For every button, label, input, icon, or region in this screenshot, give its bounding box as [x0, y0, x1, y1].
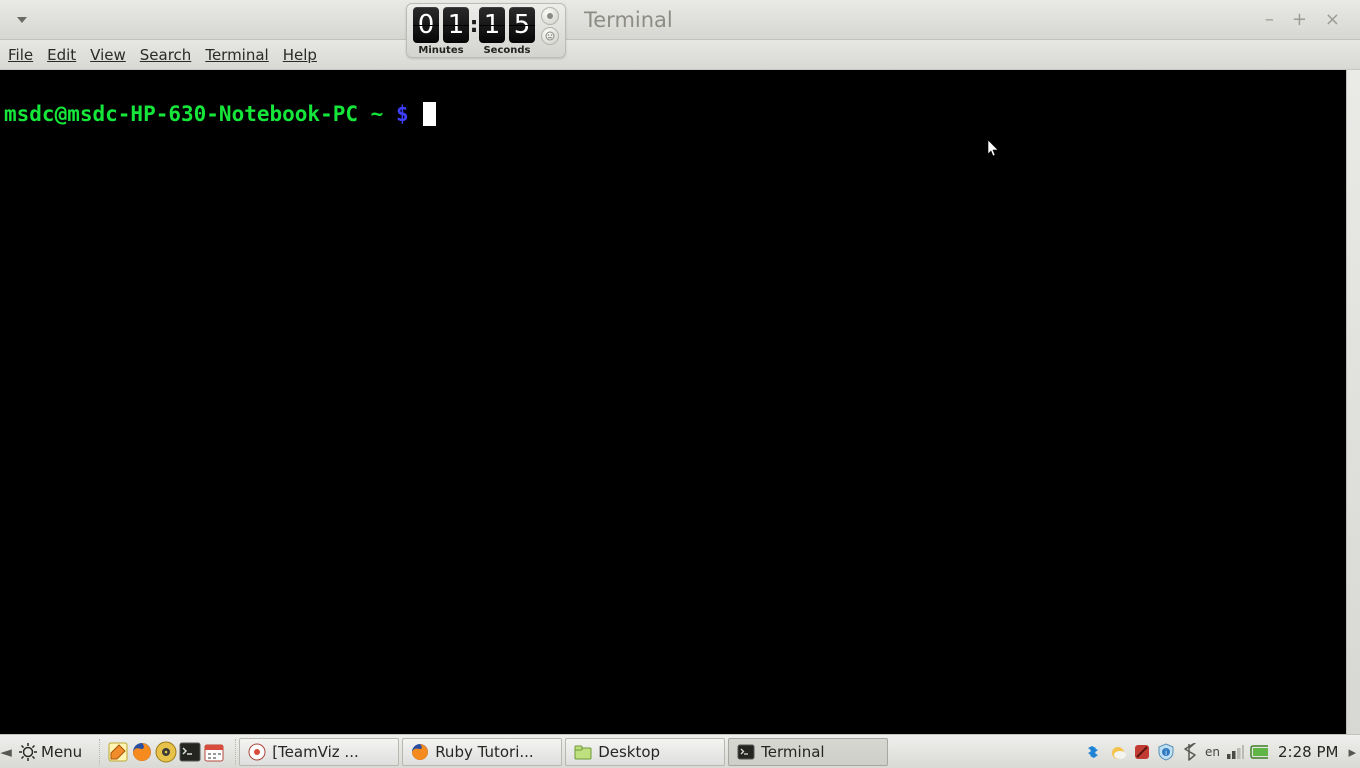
start-menu-button[interactable]: Menu	[12, 738, 93, 766]
menu-help[interactable]: Help	[283, 46, 317, 64]
calendar-icon[interactable]	[203, 741, 225, 763]
folder-icon	[574, 743, 592, 761]
prompt-cwd: ~	[371, 102, 384, 126]
notifications-off-icon[interactable]	[1133, 743, 1151, 761]
start-menu-label: Menu	[41, 743, 82, 761]
task-firefox[interactable]: Ruby Tutori...	[402, 738, 562, 766]
terminal-area[interactable]: msdc@msdc-HP-630-Notebook-PC ~ $	[0, 70, 1360, 734]
timer-sec-digit-0: 1	[479, 7, 505, 43]
quick-launch	[103, 741, 229, 763]
keyboard-layout-indicator[interactable]: en	[1205, 743, 1220, 761]
weather-icon[interactable]	[1109, 743, 1127, 761]
timer-sec-digit-1: 5	[509, 7, 535, 43]
bluetooth-icon[interactable]	[1181, 743, 1199, 761]
system-tray: i en 2:28 PM ▸	[1085, 743, 1360, 761]
timer-control-bottom[interactable]	[541, 27, 559, 45]
terminal-launcher-icon[interactable]	[179, 741, 201, 763]
taskbar-sep-1	[96, 739, 100, 765]
prompt-symbol: $	[396, 102, 409, 126]
taskbar: ◄ Menu [TeamViz ...	[0, 734, 1360, 768]
menu-search[interactable]: Search	[140, 46, 192, 64]
mouse-pointer-icon	[988, 140, 1000, 158]
firefox-icon	[411, 743, 429, 761]
dropbox-icon[interactable]	[1085, 743, 1103, 761]
terminal-cursor	[423, 102, 436, 126]
taskbar-clock[interactable]: 2:28 PM	[1274, 743, 1342, 761]
task-desktop[interactable]: Desktop	[565, 738, 725, 766]
firefox-launcher-icon[interactable]	[131, 741, 153, 763]
notes-icon[interactable]	[107, 741, 129, 763]
timer-min-digit-1: 1	[443, 7, 469, 43]
menubar: File Edit View Search Terminal Help	[0, 40, 1360, 70]
menu-file[interactable]: File	[8, 46, 33, 64]
task-label: Terminal	[761, 743, 824, 761]
battery-icon[interactable]	[1250, 743, 1268, 761]
timer-control-top[interactable]	[541, 7, 559, 25]
menu-terminal[interactable]: Terminal	[205, 46, 268, 64]
taskbar-right-arrow[interactable]: ▸	[1348, 743, 1356, 761]
timer-colon: :	[469, 7, 479, 43]
timer-min-digit-0: 0	[413, 7, 439, 43]
menu-view[interactable]: View	[90, 46, 126, 64]
teamviz-icon	[248, 743, 266, 761]
window-minimize-button[interactable]: –	[1265, 9, 1274, 30]
window-title: Terminal	[584, 8, 673, 32]
task-teamviz[interactable]: [TeamViz ...	[239, 738, 399, 766]
task-label: Ruby Tutori...	[435, 743, 534, 761]
pomodoro-timer[interactable]: 0 1 Minutes : 1 5 Seconds	[406, 3, 566, 58]
terminal-icon	[737, 743, 755, 761]
timer-seconds-label: Seconds	[483, 45, 530, 56]
gear-icon	[19, 743, 37, 761]
menu-edit[interactable]: Edit	[47, 46, 76, 64]
network-icon[interactable]	[1226, 743, 1244, 761]
prompt-host: msdc@msdc-HP-630-Notebook-PC	[4, 102, 358, 126]
shield-info-icon[interactable]: i	[1157, 743, 1175, 761]
task-label: [TeamViz ...	[272, 743, 359, 761]
task-terminal[interactable]: Terminal	[728, 738, 888, 766]
window-maximize-button[interactable]: +	[1292, 9, 1307, 30]
timer-minutes-label: Minutes	[418, 45, 463, 56]
taskbar-left-arrow[interactable]: ◄	[0, 735, 12, 768]
task-label: Desktop	[598, 743, 660, 761]
app-menu-button[interactable]	[8, 8, 36, 32]
taskbar-sep-2	[232, 739, 236, 765]
window-close-button[interactable]: ×	[1325, 9, 1340, 30]
window-titlebar: Terminal – + ×	[0, 0, 1360, 40]
music-player-icon[interactable]	[155, 741, 177, 763]
terminal-scrollbar[interactable]	[1346, 70, 1360, 734]
